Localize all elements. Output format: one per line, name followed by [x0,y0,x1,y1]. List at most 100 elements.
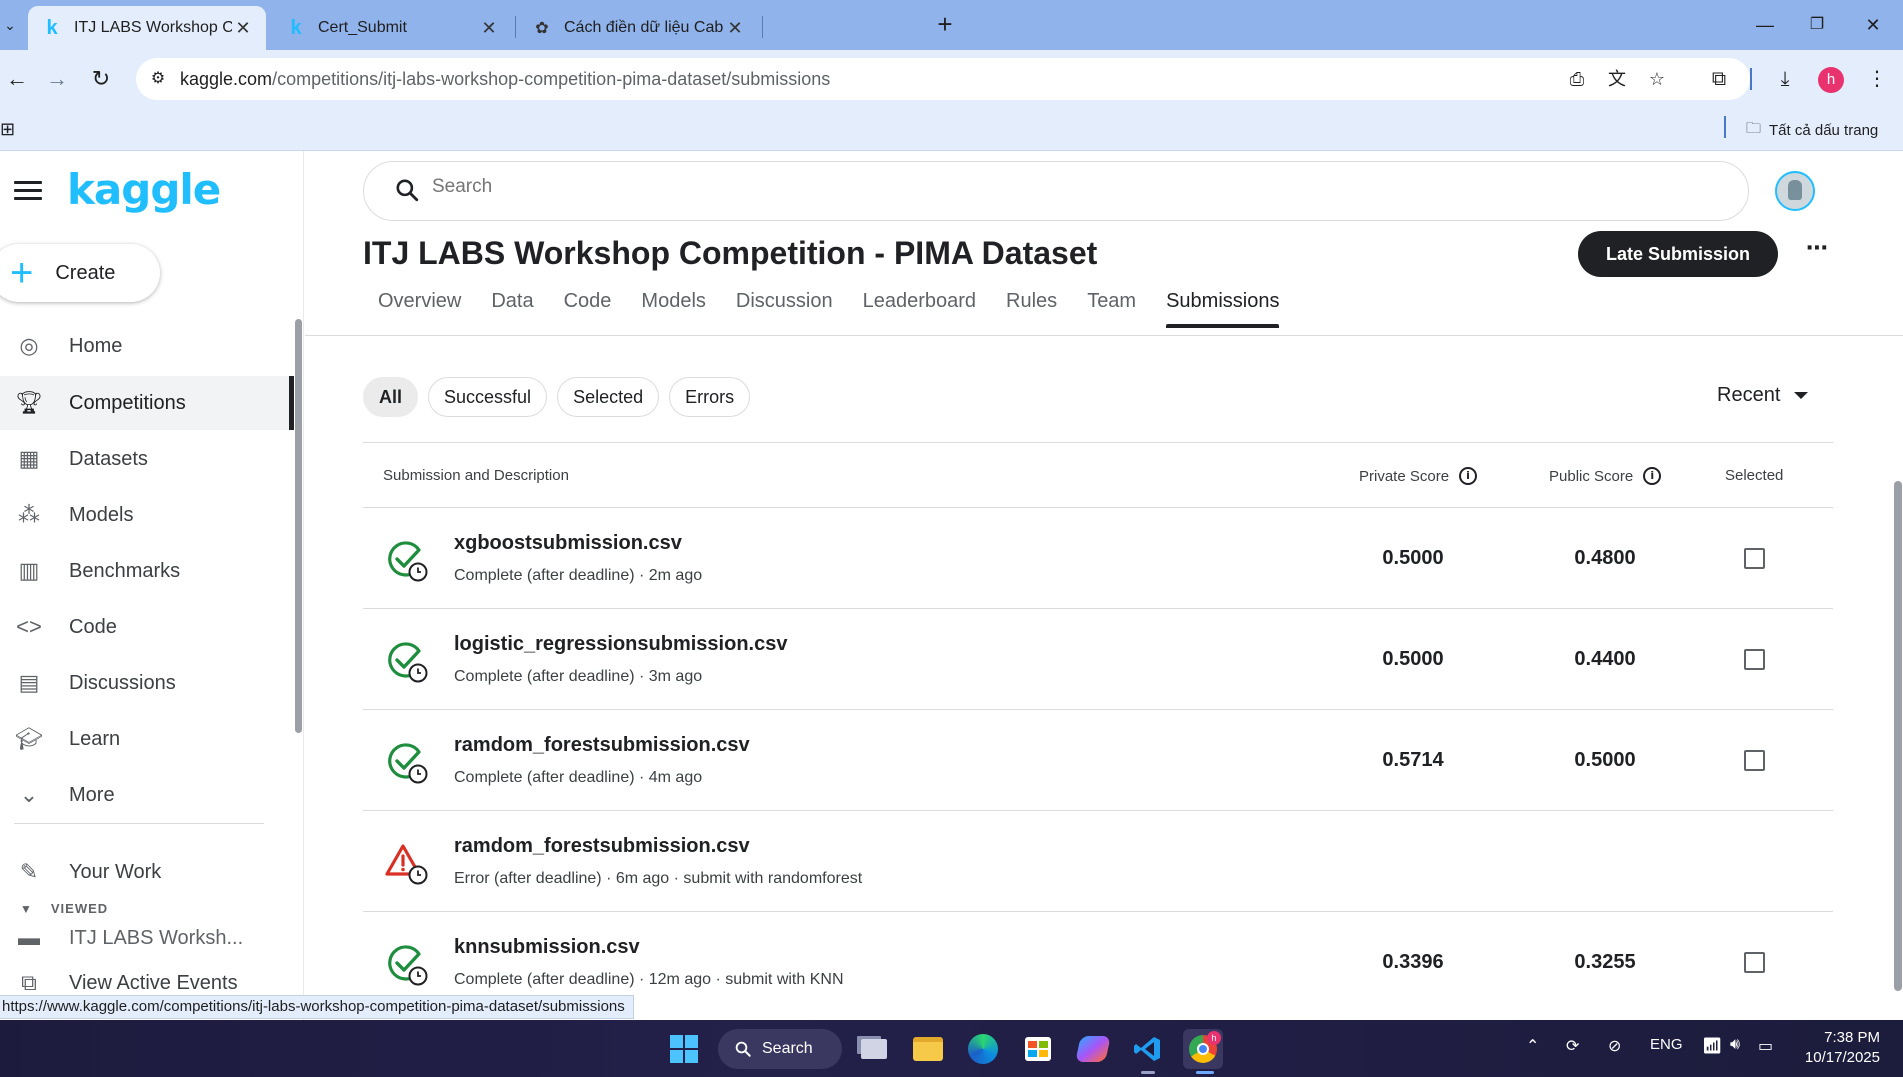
task-view-icon[interactable] [854,1029,894,1069]
page-scrollbar[interactable] [1894,481,1902,991]
copilot-icon[interactable] [1073,1029,1113,1069]
extensions-puzzle-icon[interactable]: ⧉ [1702,62,1736,96]
sidebar-item-learn[interactable]: 🎓︎ Learn [0,712,294,766]
translate-icon[interactable]: 文 [1602,64,1632,94]
select-checkbox[interactable] [1744,548,1765,569]
hamburger-menu-icon[interactable] [14,181,42,203]
vscode-icon[interactable] [1128,1029,1168,1069]
search-bar[interactable] [363,161,1749,221]
sidebar-item-more[interactable]: ⌄ More [0,768,294,822]
filter-successful-chip[interactable]: Successful [428,377,548,417]
install-app-icon[interactable]: ⎙ [1562,64,1592,94]
minimize-window-icon[interactable]: — [1745,8,1785,42]
more-options-icon[interactable]: ⋯ [1802,235,1832,265]
info-icon[interactable]: i [1643,467,1662,485]
filter-errors-chip[interactable]: Errors [669,377,751,417]
column-public-score: Public Score i [1549,467,1662,485]
kaggle-logo[interactable]: kaggle [67,165,221,214]
public-score: 0.5000 [1574,749,1636,771]
sort-dropdown[interactable]: Recent [1717,384,1809,407]
bookmark-star-icon[interactable]: ☆ [1642,64,1672,94]
tab-models[interactable]: Models [626,276,720,326]
microsoft-store-icon[interactable] [1018,1029,1058,1069]
forward-arrow-icon[interactable]: → [40,62,74,96]
reload-icon[interactable]: ↻ [84,62,118,96]
browser-tab-cert-submit[interactable]: k Cert_Submit ✕ [272,6,512,50]
tab-discussion[interactable]: Discussion [721,276,848,326]
chrome-profile-avatar[interactable]: h [1818,67,1844,93]
close-tab-icon[interactable]: ✕ [232,18,254,39]
filter-selected-chip[interactable]: Selected [557,377,660,417]
close-tab-icon[interactable]: ✕ [724,18,746,39]
volume-icon[interactable]: 🔊︎ [1730,1036,1740,1054]
submission-filename[interactable]: ramdom_forestsubmission.csv [454,734,750,757]
url-text[interactable]: kaggle.com/competitions/itj-labs-worksho… [180,69,830,90]
close-tab-icon[interactable]: ✕ [478,18,500,39]
battery-icon[interactable]: ▭ [1758,1036,1773,1056]
downloads-icon[interactable]: ⤓ [1768,62,1802,96]
tab-leaderboard[interactable]: Leaderboard [848,276,991,326]
no-camera-icon[interactable]: ⊘ [1608,1036,1621,1056]
taskbar-search-button[interactable]: Search [718,1029,842,1069]
search-input[interactable] [432,176,1032,198]
file-explorer-icon[interactable] [908,1029,948,1069]
private-score: 0.5000 [1382,547,1444,569]
create-button[interactable]: + Create [0,244,160,302]
browser-tab-chatgpt[interactable]: ✿ Cách điền dữ liệu Cabin ✕ [518,6,758,50]
tab-data[interactable]: Data [476,276,548,326]
sidebar-viewed-item[interactable]: ▬ ITJ LABS Worksh... [0,921,294,955]
chrome-menu-icon[interactable]: ⋮ [1860,62,1894,96]
submission-filename[interactable]: ramdom_forestsubmission.csv [454,835,750,858]
sidebar-item-discussions[interactable]: ▤ Discussions [0,656,294,710]
close-window-icon[interactable]: ✕ [1853,8,1893,42]
table-row[interactable]: xgboostsubmission.csv Complete (after de… [363,508,1833,609]
windows-start-icon[interactable] [664,1029,704,1069]
tab-submissions[interactable]: Submissions [1151,276,1294,328]
sidebar-item-home[interactable]: ◎ Home [0,319,294,373]
input-language-indicator[interactable]: ENG [1650,1036,1683,1053]
tab-overview[interactable]: Overview [363,276,476,326]
table-row[interactable]: ramdom_forestsubmission.csv Complete (af… [363,710,1833,811]
info-icon[interactable]: i [1459,467,1478,485]
show-hidden-icons-chevron-icon[interactable]: ⌃ [1526,1036,1539,1056]
select-checkbox[interactable] [1744,649,1765,670]
sidebar-item-label: Discussions [69,671,176,694]
taskbar-clock[interactable]: 7:38 PM 10/17/2025 [1790,1028,1880,1068]
all-bookmarks-label: Tất cả dấu trang [1769,122,1879,139]
sidebar-item-code[interactable]: <> Code [0,600,294,654]
browser-tab-kaggle-competition[interactable]: k ITJ LABS Workshop Competition - PIMA D… [28,6,266,50]
table-row[interactable]: logistic_regressionsubmission.csv Comple… [363,609,1833,710]
tab-code[interactable]: Code [549,276,627,326]
user-avatar[interactable] [1775,171,1815,211]
select-checkbox[interactable] [1744,750,1765,771]
sidebar-item-datasets[interactable]: ▦ Datasets [0,432,294,486]
late-submission-button[interactable]: Late Submission [1578,231,1778,277]
edge-browser-icon[interactable] [963,1029,1003,1069]
filter-all-chip[interactable]: All [363,377,419,417]
submission-filename[interactable]: logistic_regressionsubmission.csv [454,633,787,656]
sidebar-item-models[interactable]: ⁂ Models [0,488,294,542]
site-info-icon[interactable]: ⚙ [144,65,172,93]
new-tab-plus-icon[interactable]: + [930,10,960,40]
apps-grid-icon[interactable]: ⊞ [0,119,18,139]
submission-filename[interactable]: knnsubmission.csv [454,936,640,959]
chrome-taskbar-icon[interactable]: h [1183,1029,1223,1069]
events-stack-icon: ⧉ [21,970,37,995]
submission-filename[interactable]: xgboostsubmission.csv [454,532,682,555]
address-bar[interactable]: ⚙ kaggle.com/competitions/itj-labs-works… [136,58,1750,100]
sync-icon[interactable]: ⟳ [1566,1036,1579,1056]
select-checkbox[interactable] [1744,952,1765,973]
all-bookmarks-button[interactable]: 🗀 Tất cả dấu trang [1746,118,1878,143]
tab-rules[interactable]: Rules [991,276,1072,326]
viewed-section-toggle[interactable]: ▼ VIEWED [20,901,108,916]
sidebar-scrollbar[interactable] [295,319,302,733]
tab-search-chevron-icon[interactable]: ⌄ [0,10,20,40]
sidebar-item-competitions[interactable]: 🏆︎ Competitions [0,376,294,430]
table-row[interactable]: ramdom_forestsubmission.csv Error (after… [363,811,1833,912]
back-arrow-icon[interactable]: ← [0,62,34,96]
tab-team[interactable]: Team [1072,276,1151,326]
sidebar-item-benchmarks[interactable]: ▥ Benchmarks [0,544,294,598]
restore-window-icon[interactable]: ❐ [1797,8,1837,42]
wifi-icon[interactable]: 📶︎ [1702,1036,1722,1056]
sidebar-item-your-work[interactable]: ✎ Your Work [0,845,294,899]
